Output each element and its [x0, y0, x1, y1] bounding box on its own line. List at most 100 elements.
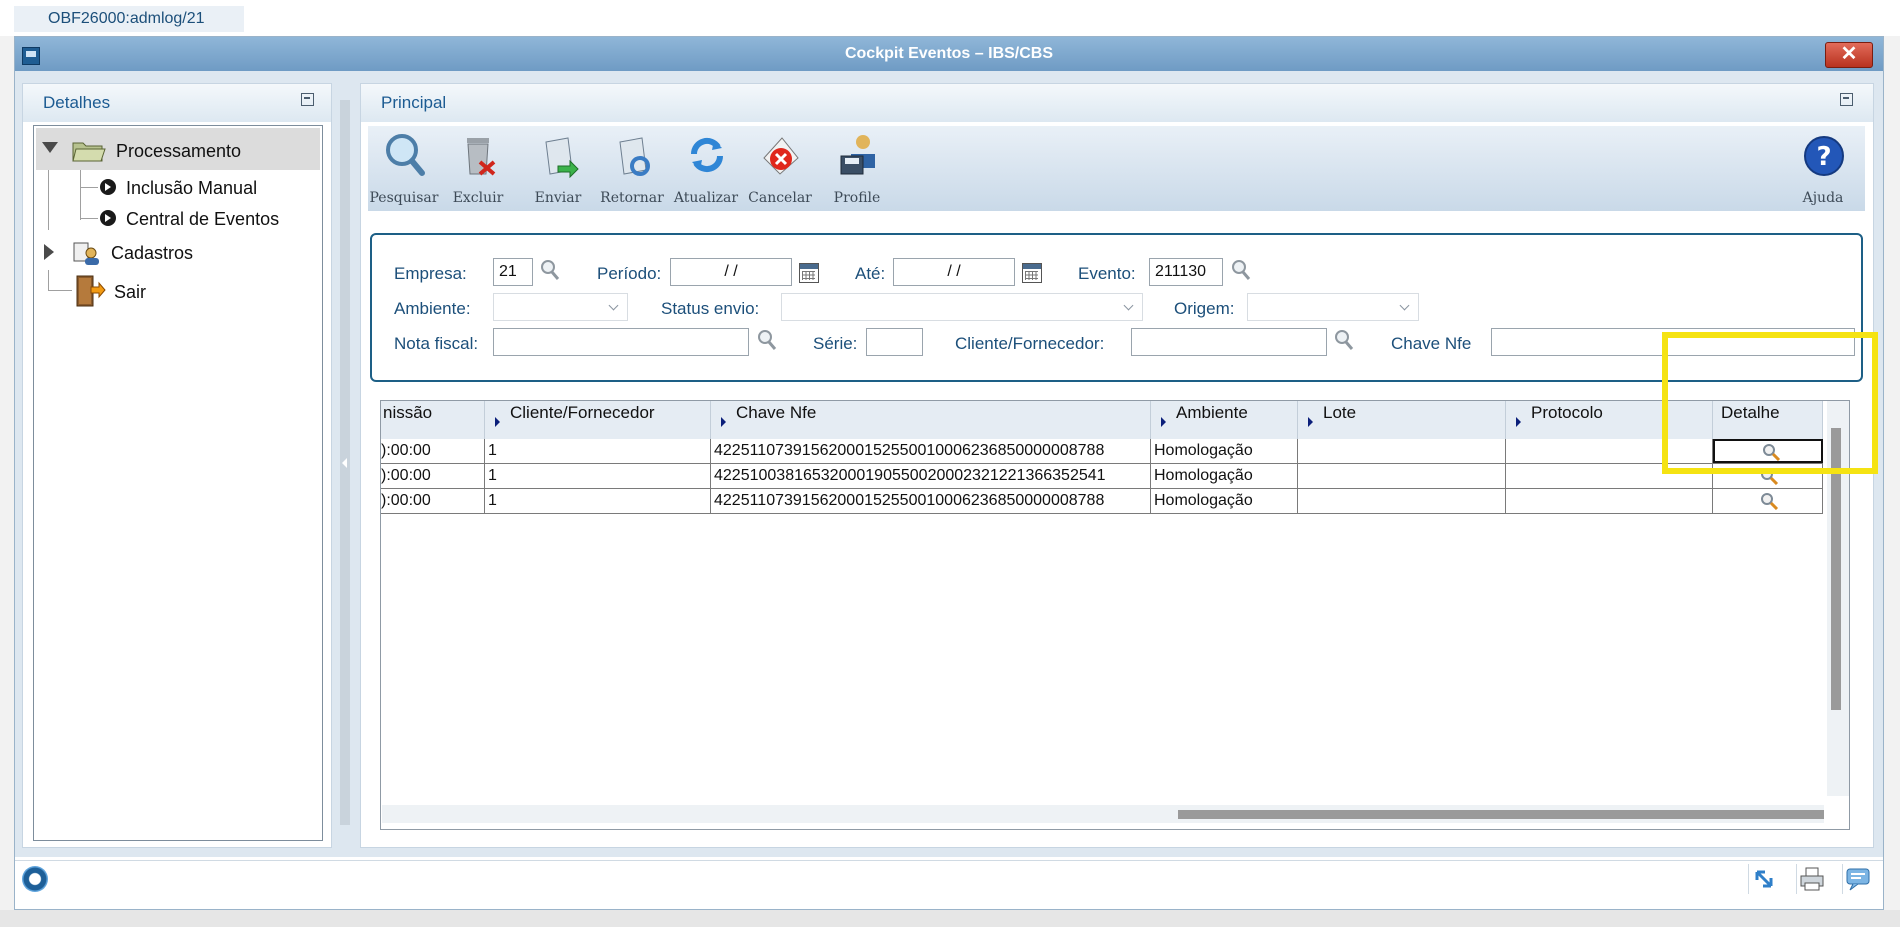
periodo-calendar-icon[interactable] — [799, 263, 819, 283]
cell-chave: 4225110739156200015255001000623685000000… — [711, 439, 1151, 463]
detail-magnifier-icon[interactable] — [1759, 492, 1779, 510]
enviar-label: Enviar — [534, 190, 582, 206]
arrow-right-circle-icon — [100, 210, 116, 226]
empresa-input[interactable]: 21 — [493, 258, 533, 286]
evento-search-icon[interactable] — [1231, 258, 1251, 282]
origem-select[interactable] — [1247, 293, 1419, 321]
ambiente-select[interactable] — [493, 293, 628, 321]
status-envio-select[interactable] — [781, 293, 1143, 321]
collapsed-arrow-icon[interactable] — [44, 244, 54, 260]
horizontal-scroll-thumb[interactable] — [1178, 810, 1824, 819]
close-button[interactable]: ✕ — [1825, 42, 1873, 68]
ajuda-label: Ajuda — [1802, 190, 1844, 206]
splitter-collapse-icon[interactable] — [342, 458, 347, 468]
print-icon[interactable] — [1796, 864, 1827, 894]
highlight-annotation-box — [1662, 332, 1878, 474]
navigation-tree — [33, 125, 323, 841]
tree-item-central-de-eventos[interactable]: Central de Eventos — [126, 208, 279, 230]
ajuda-button[interactable]: ? Ajuda — [1786, 126, 1860, 211]
bottom-strip — [0, 910, 1900, 927]
tree-item-inclusao-manual[interactable]: Inclusão Manual — [126, 177, 257, 199]
col-chave-nfe[interactable]: Chave Nfe — [711, 401, 1151, 439]
cell-lote — [1298, 464, 1506, 488]
nota-fiscal-input[interactable] — [493, 328, 749, 356]
table-row[interactable]: ):00:00 1 422511073915620001525500100062… — [381, 489, 1823, 514]
col-protocolo-label: Protocolo — [1531, 403, 1603, 422]
ambiente-label: Ambiente: — [394, 299, 471, 318]
profile-button[interactable]: Profile — [820, 126, 894, 211]
messages-icon[interactable] — [1842, 864, 1873, 894]
tree-line — [80, 170, 81, 220]
evento-input[interactable]: 211130 — [1149, 258, 1223, 286]
retornar-label: Retornar — [600, 190, 664, 206]
empresa-label: Empresa: — [394, 264, 467, 283]
expand-arrow-icon[interactable] — [1748, 864, 1779, 894]
col-emissao[interactable]: nissão — [381, 401, 485, 439]
periodo-label: Período: — [597, 264, 662, 283]
cell-lote — [1298, 489, 1506, 513]
col-lote[interactable]: Lote — [1298, 401, 1506, 439]
tree-line — [80, 187, 98, 188]
col-ambiente-label: Ambiente — [1176, 403, 1248, 422]
status-bar — [15, 860, 1883, 899]
table-row[interactable]: ):00:00 1 422511073915620001525500100062… — [381, 439, 1823, 464]
sort-arrow-icon — [1516, 417, 1521, 427]
trash-delete-icon — [467, 138, 496, 176]
tree-item-processamento[interactable]: Processamento — [116, 140, 241, 162]
sort-arrow-icon — [495, 417, 500, 427]
cell-protocolo — [1506, 489, 1713, 513]
atualizar-button[interactable]: Atualizar — [669, 126, 743, 211]
tree-item-cadastros[interactable]: Cadastros — [111, 242, 193, 264]
cell-ambiente: Homologação — [1151, 464, 1298, 488]
expanded-arrow-icon[interactable] — [42, 142, 58, 153]
periodo-input[interactable]: / / — [670, 258, 792, 286]
col-chave-nfe-label: Chave Nfe — [736, 403, 817, 422]
cliente-fornecedor-label: Cliente/Fornecedor: — [955, 334, 1105, 353]
pesquisar-button[interactable]: Pesquisar — [367, 126, 441, 211]
tree-line — [48, 170, 49, 230]
profile-label: Profile — [833, 190, 881, 206]
ate-input[interactable]: / / — [893, 258, 1015, 286]
tree-line — [80, 218, 98, 219]
col-cliente-fornecedor-label: Cliente/Fornecedor — [510, 403, 655, 422]
minimize-details-button[interactable] — [301, 93, 314, 106]
serie-input[interactable] — [866, 328, 923, 356]
cancelar-label: Cancelar — [748, 190, 812, 206]
ate-calendar-icon[interactable] — [1022, 263, 1042, 283]
col-ambiente[interactable]: Ambiente — [1151, 401, 1298, 439]
cell-detalhe[interactable] — [1713, 489, 1823, 513]
cell-ambiente: Homologação — [1151, 489, 1298, 513]
empresa-search-icon[interactable] — [540, 258, 560, 282]
cancelar-button[interactable]: Cancelar — [743, 126, 817, 211]
profile-user-icon — [840, 135, 875, 175]
chave-nfe-label: Chave Nfe — [1391, 334, 1472, 353]
exit-door-icon — [74, 274, 106, 308]
enviar-button[interactable]: Enviar — [521, 126, 595, 211]
ate-label: Até: — [855, 264, 886, 283]
cliente-fornecedor-search-icon[interactable] — [1334, 328, 1354, 352]
cliente-fornecedor-input[interactable] — [1131, 328, 1327, 356]
origem-label: Origem: — [1174, 299, 1235, 318]
cadastros-icon — [72, 239, 102, 267]
cell-cliente: 1 — [485, 439, 711, 463]
tree-line — [48, 290, 72, 291]
svg-text:?: ? — [1816, 142, 1831, 172]
tree-line — [48, 270, 49, 290]
retornar-button[interactable]: Retornar — [595, 126, 669, 211]
col-cliente-fornecedor[interactable]: Cliente/Fornecedor — [485, 401, 711, 439]
excluir-button[interactable]: Excluir — [441, 126, 515, 211]
nota-fiscal-search-icon[interactable] — [757, 328, 777, 352]
document-tab-bar — [0, 0, 1900, 36]
main-panel-title: Principal — [361, 84, 1873, 122]
system-logo-icon — [22, 866, 48, 892]
minimize-main-button[interactable] — [1840, 93, 1853, 106]
cell-ambiente: Homologação — [1151, 439, 1298, 463]
nota-fiscal-label: Nota fiscal: — [394, 334, 479, 353]
tree-item-sair[interactable]: Sair — [114, 281, 146, 303]
cell-cliente: 1 — [485, 489, 711, 513]
cell-emissao: ):00:00 — [381, 439, 485, 463]
sort-arrow-icon — [1308, 417, 1313, 427]
document-tab[interactable]: OBF26000:admlog/21 — [14, 6, 244, 32]
table-row[interactable]: ):00:00 1 422510038165320001905500200023… — [381, 464, 1823, 489]
cell-chave: 4225100381653200019055002000232122136635… — [711, 464, 1151, 488]
